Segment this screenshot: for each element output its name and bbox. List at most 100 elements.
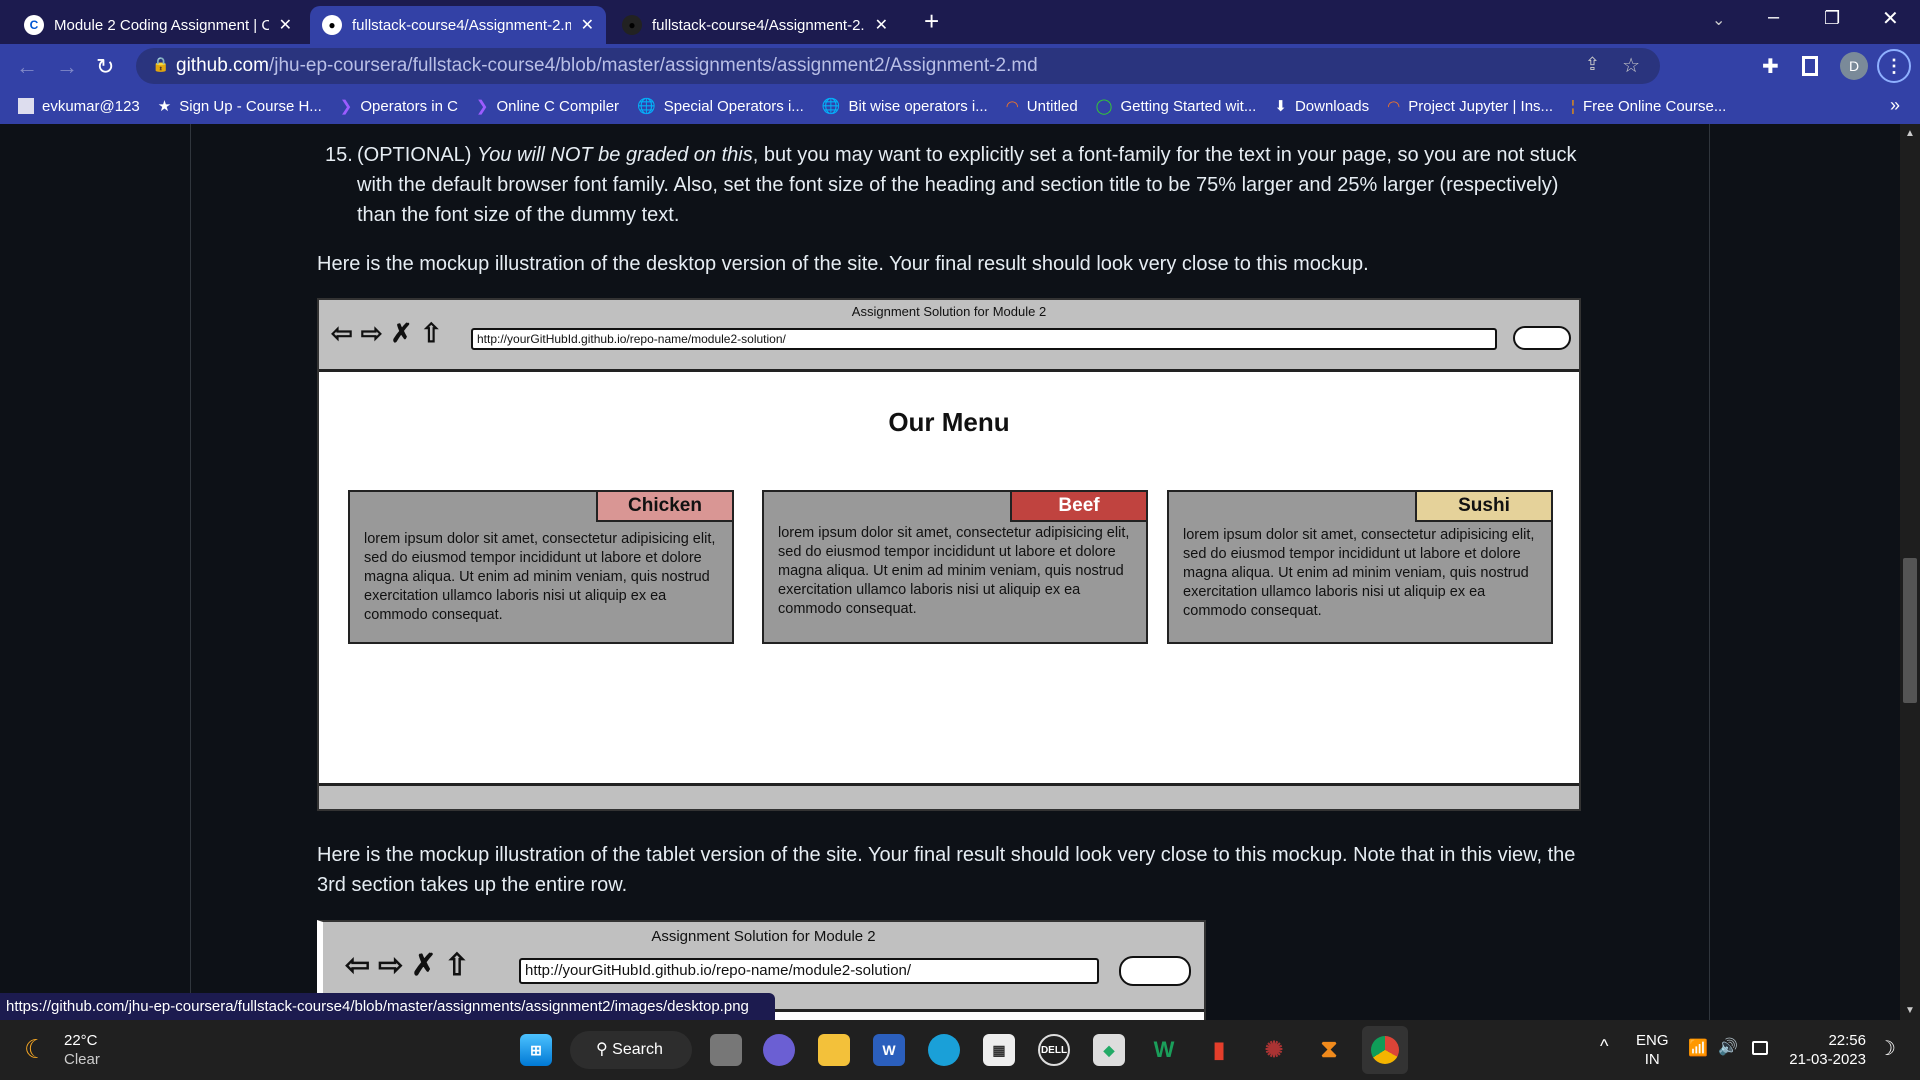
tablet-paragraph: Here is the mockup illustration of the t… [317, 844, 1576, 896]
forward-icon[interactable]: → [56, 54, 78, 80]
mock-back-icon: ⇦ [345, 949, 371, 982]
bookmark-item[interactable]: ¦ Free Online Course... [1571, 98, 1726, 115]
scrollbar-thumb[interactable] [1903, 558, 1917, 703]
moon-weather-icon: ☾ [24, 1034, 48, 1064]
divider [1709, 124, 1710, 1020]
office-icon[interactable]: ▮ [1203, 1034, 1235, 1066]
chrome-icon [1371, 1036, 1399, 1064]
bookmark-item[interactable]: ★ Sign Up - Course H... [157, 97, 322, 116]
close-tab-icon[interactable]: ✕ [875, 15, 888, 35]
link-status-bubble: https://github.com/jhu-ep-coursera/fulls… [0, 993, 775, 1020]
list-item-15: 15. (OPTIONAL) You will NOT be graded on… [325, 144, 1577, 226]
download-icon: ⬇ [1274, 98, 1287, 115]
bookmark-star-icon[interactable]: ☆ [1622, 53, 1640, 78]
desktop-paragraph: Here is the mockup illustration of the d… [317, 253, 1369, 275]
clock[interactable]: 22:56 21-03-2023 [1786, 1031, 1866, 1069]
mock-stop-icon: ✗ [411, 949, 437, 982]
scroll-down-icon[interactable]: ▼ [1905, 1005, 1915, 1016]
start-button[interactable]: ⊞ [520, 1034, 552, 1066]
chrome-taskbar-icon[interactable] [1362, 1026, 1408, 1074]
show-hidden-icons-chevron[interactable]: ^ [1600, 1036, 1608, 1057]
menu-kebab-icon[interactable]: ⋮ [1877, 49, 1911, 83]
restore-button[interactable]: ❐ [1824, 8, 1840, 29]
desktop-mockup-image[interactable]: Assignment Solution for Module 2 ⇦ ⇨ ✗ ⇧ ht… [317, 298, 1581, 811]
volume-icon[interactable]: 🔊 [1718, 1037, 1738, 1057]
file-explorer-icon[interactable] [818, 1034, 850, 1066]
microsoft-store-icon[interactable]: ▦ [983, 1034, 1015, 1066]
close-tab-icon[interactable]: ✕ [279, 15, 292, 35]
tab-search-chevron-icon[interactable]: ⌄ [1712, 10, 1725, 30]
mock-home-icon: ⇧ [420, 318, 443, 348]
page-scrollbar[interactable]: ▲ ▼ [1900, 124, 1920, 1020]
close-tab-icon[interactable]: ✕ [581, 15, 594, 35]
teams-chat-icon[interactable] [763, 1034, 795, 1066]
mock-status-bar [319, 783, 1579, 809]
battery-icon[interactable] [1752, 1041, 1768, 1055]
mock-search-icon [1119, 956, 1191, 986]
bookmark-icon: ❯ [475, 98, 489, 115]
close-window-button[interactable]: ✕ [1882, 6, 1899, 31]
mock-search-icon [1513, 326, 1571, 350]
wifi-icon[interactable]: 📶 [1688, 1038, 1708, 1058]
address-bar[interactable]: 🔒 github.com/jhu-ep-coursera/fullstack-c… [136, 48, 1660, 84]
task-view-icon[interactable] [710, 1034, 742, 1066]
bookmark-item[interactable]: ◠ Untitled [1005, 97, 1078, 116]
coursera-icon: C [24, 15, 44, 35]
bookmark-item[interactable]: 🌐 Special Operators i... [637, 97, 804, 116]
language-indicator[interactable]: ENG IN [1636, 1031, 1669, 1069]
bookmark-item[interactable]: ⬇ Downloads [1274, 97, 1369, 116]
word-icon[interactable]: W [873, 1034, 905, 1066]
mock-heading: Our Menu [888, 407, 1010, 437]
side-panel-icon[interactable] [1802, 56, 1818, 76]
more-bookmarks-button[interactable]: » [1890, 95, 1900, 116]
tab-coursera[interactable]: C Module 2 Coding Assignment | C ✕ [12, 6, 304, 44]
mock-forward-icon: ⇨ [360, 318, 383, 348]
new-tab-button[interactable]: + [924, 6, 939, 37]
lock-icon: 🔒 [152, 56, 170, 72]
search-icon: ⚲ [596, 1041, 613, 1058]
divider [190, 124, 191, 1020]
bookmarks-bar: evkumar@123 ★ Sign Up - Course H... ❯ Oper… [0, 88, 1920, 124]
mock-card-sushi: Sushi lorem ipsum dolor sit amet, consec… [1167, 490, 1553, 644]
minimize-button[interactable]: – [1768, 6, 1779, 29]
tab-strip: C Module 2 Coding Assignment | C ✕ ● ful… [0, 0, 1920, 44]
focus-moon-icon[interactable]: ☽ [1878, 1036, 1896, 1061]
dell-icon[interactable]: DELL [1038, 1034, 1070, 1066]
tab-github[interactable]: ● fullstack-course4/Assignment-2.md ✕ [610, 6, 900, 44]
back-icon[interactable]: ← [16, 54, 38, 80]
bookmark-item[interactable]: 🌐 Bit wise operators i... [821, 97, 988, 116]
w3schools-icon[interactable]: W [1148, 1034, 1180, 1066]
reload-icon[interactable]: ↻ [96, 54, 114, 80]
globe-icon: 🌐 [821, 98, 841, 115]
bookmark-item[interactable]: evkumar@123 [18, 98, 140, 115]
jupyter-icon: ◠ [1005, 98, 1019, 115]
share-icon[interactable]: ⇪ [1585, 54, 1600, 75]
mock-card-beef: Beef lorem ipsum dolor sit amet, consect… [762, 490, 1148, 644]
profile-avatar[interactable]: D [1840, 52, 1868, 80]
taskbar-search[interactable]: ⚲ Search [570, 1031, 692, 1069]
mock-home-icon: ⇧ [444, 949, 470, 982]
edge-icon[interactable] [928, 1034, 960, 1066]
app-wheel-icon[interactable]: ✺ [1258, 1034, 1290, 1066]
bookmark-item[interactable]: ◠ Project Jupyter | Ins... [1387, 97, 1553, 116]
bookmark-icon: ¦ [1571, 97, 1575, 115]
mock-url-bar: http://yourGitHubId.github.io/repo-name/… [519, 958, 1099, 984]
github-icon: ● [322, 15, 342, 35]
tab-github-active[interactable]: ● fullstack-course4/Assignment-2.md ✕ [310, 6, 606, 44]
bookmark-item[interactable]: ❯ Online C Compiler [475, 97, 619, 116]
extensions-icon[interactable]: ✚ [1762, 54, 1779, 79]
page-icon [18, 98, 34, 114]
bookmark-item[interactable]: ◯ Getting Started wit... [1095, 97, 1257, 116]
hourglass-icon[interactable]: ⧗ [1313, 1034, 1345, 1066]
weather-widget[interactable]: 22°C Clear [64, 1031, 100, 1069]
mockup-browser-chrome: Assignment Solution for Module 2 ⇦ ⇨ ✗ ⇧ ht… [319, 300, 1579, 372]
circle-icon: ◯ [1095, 98, 1113, 115]
scroll-up-icon[interactable]: ▲ [1905, 128, 1915, 139]
bookmark-item[interactable]: ❯ Operators in C [340, 97, 458, 116]
github-icon: ● [622, 15, 642, 35]
taskbar: ☾ 22°C Clear ⊞ ⚲ Search W ▦ DELL ◆ W ▮ ✺ … [0, 1020, 1920, 1080]
jupyter-icon: ◠ [1387, 98, 1401, 115]
app-icon[interactable]: ◆ [1093, 1034, 1125, 1066]
star-icon: ★ [157, 98, 172, 115]
mock-card-chicken: Chicken lorem ipsum dolor sit amet, cons… [348, 490, 734, 644]
